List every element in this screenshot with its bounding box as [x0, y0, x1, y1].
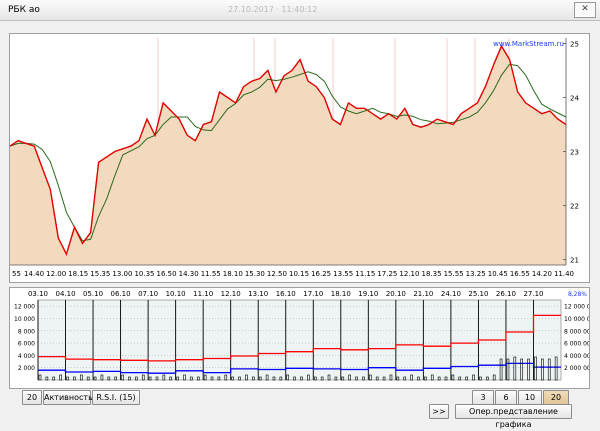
volume-x-tick-label: 13.10	[248, 290, 268, 298]
volume-x-tick-label: 07.10	[138, 290, 158, 298]
price-x-tick-label: 55	[12, 270, 21, 278]
price-x-tick-label: 15.55	[444, 270, 464, 278]
volume-x-tick-label: 18.10	[331, 290, 351, 298]
range-10d-button[interactable]: 10 дн.	[518, 390, 542, 415]
range-6d-button[interactable]: 6 дн.	[495, 390, 517, 415]
price-x-tick-label: 18.15	[68, 270, 88, 278]
volume-y-tick-label: 12 000	[14, 304, 35, 311]
window-titlebar: РБК ао 27.10.2017 · 11:40:12 ✕	[0, 0, 600, 21]
volume-x-tick-label: 25.10	[468, 290, 488, 298]
volume-y-tick-label: 6 000	[18, 341, 35, 348]
range-3d-button[interactable]: 3 дн.	[472, 390, 494, 415]
volume-y2-tick-label: 8 000 00	[564, 328, 589, 335]
volume-x-tick-label: 26.10	[496, 290, 516, 298]
price-x-tick-label: 18.10	[223, 270, 243, 278]
volume-chart: 12 000 12 000 00 10 000 10 000 00 8 000 8 000…	[14, 290, 595, 381]
price-x-tick-label: 15.30	[245, 270, 265, 278]
price-x-tick-label: 11.40	[554, 270, 574, 278]
price-x-tick-label: 12.10	[399, 270, 419, 278]
price-x-tick-label: 12.00	[46, 270, 66, 278]
scroll-forward-button[interactable]: >>	[429, 404, 449, 419]
volume-y2-tick-label: 2 000 00	[564, 365, 589, 372]
volume-x-tick-label: 20.10	[386, 290, 406, 298]
price-x-tick-label: 10.45	[488, 270, 508, 278]
rsi-button[interactable]: R.S.I. (15)	[92, 390, 140, 405]
price-y-tick-label: 25	[570, 40, 579, 48]
price-y-tick-label: 22	[570, 203, 579, 211]
operational-view-button[interactable]: Опер.представление графика	[455, 404, 572, 429]
price-x-tick-label: 12.50	[267, 270, 287, 278]
titlebar-status-text: 27.10.2017 · 11:40:12	[228, 5, 318, 14]
volume-y-tick-label: 10 000	[14, 316, 35, 323]
volume-y2-tick-label: 6 000 00	[564, 341, 589, 348]
price-x-tick-label: 13.25	[466, 270, 486, 278]
price-y-tick-label: 21	[570, 257, 579, 265]
volume-y2-tick-label: 4 000 00	[564, 353, 589, 360]
volume-x-tick-label: 12.10	[221, 290, 241, 298]
price-x-tick-label: 16.50	[157, 270, 177, 278]
volume-corner-label: 8,28%	[568, 291, 587, 298]
price-chart: 252423222155 14.40 12.00 18.15 15.35 13.00 10.…	[9, 38, 579, 278]
volume-x-tick-label: 27.10	[523, 290, 543, 298]
volume-y-tick-label: 4 000	[18, 353, 35, 360]
volume-x-tick-label: 11.10	[193, 290, 213, 298]
volume-x-tick-label: 06.10	[111, 290, 131, 298]
volume-y2-tick-label: 12 000 00	[564, 304, 589, 311]
volume-y-tick-label: 8 000	[18, 328, 35, 335]
price-x-tick-label: 11.55	[201, 270, 221, 278]
volume-x-tick-label: 04.10	[56, 290, 76, 298]
volume-x-tick-label: 24.10	[441, 290, 461, 298]
volume-x-tick-label: 03.10	[28, 290, 48, 298]
price-x-tick-label: 13.55	[333, 270, 353, 278]
close-icon[interactable]: ✕	[574, 2, 596, 18]
price-x-tick-label: 18.35	[421, 270, 441, 278]
volume-chart-panel: 12 000 12 000 00 10 000 10 000 00 8 000 8 000…	[9, 287, 595, 389]
price-x-tick-label: 13.00	[112, 270, 132, 278]
price-x-tick-label: 15.35	[90, 270, 110, 278]
window-title: РБК ао	[8, 5, 40, 15]
price-y-tick-label: 24	[570, 94, 579, 102]
price-y-tick-label: 23	[570, 149, 579, 157]
activity-button[interactable]: Активность	[43, 390, 93, 405]
volume-x-tick-label: 19.10	[358, 290, 378, 298]
price-x-tick-label: 14.40	[24, 270, 44, 278]
volume-x-tick-label: 10.10	[166, 290, 186, 298]
volume-x-tick-label: 16.10	[276, 290, 296, 298]
volume-y2-tick-label: 10 000 00	[564, 316, 589, 323]
markstream-link: www.MarkStream.ru	[493, 40, 564, 48]
price-x-tick-label: 10.35	[134, 270, 154, 278]
volume-y-tick-label: 2 000	[18, 365, 35, 372]
price-x-tick-label: 11.15	[355, 270, 375, 278]
range-20d-button[interactable]: 20 дн.	[543, 390, 569, 415]
price-chart-panel: 25 24 23 22 21 55 14.40 12.00 18.15 15.35 13.00 10.…	[9, 33, 590, 283]
price-x-tick-label: 16.25	[311, 270, 331, 278]
price-x-tick-label: 10.15	[289, 270, 309, 278]
price-x-tick-label: 16.55	[510, 270, 530, 278]
price-x-tick-label: 14.30	[179, 270, 199, 278]
volume-x-tick-label: 21.10	[413, 290, 433, 298]
period-value-field[interactable]: 20	[22, 390, 42, 405]
price-x-tick-label: 14.20	[532, 270, 552, 278]
price-x-tick-label: 17.25	[377, 270, 397, 278]
volume-x-tick-label: 17.10	[303, 290, 323, 298]
volume-x-tick-label: 05.10	[83, 290, 103, 298]
